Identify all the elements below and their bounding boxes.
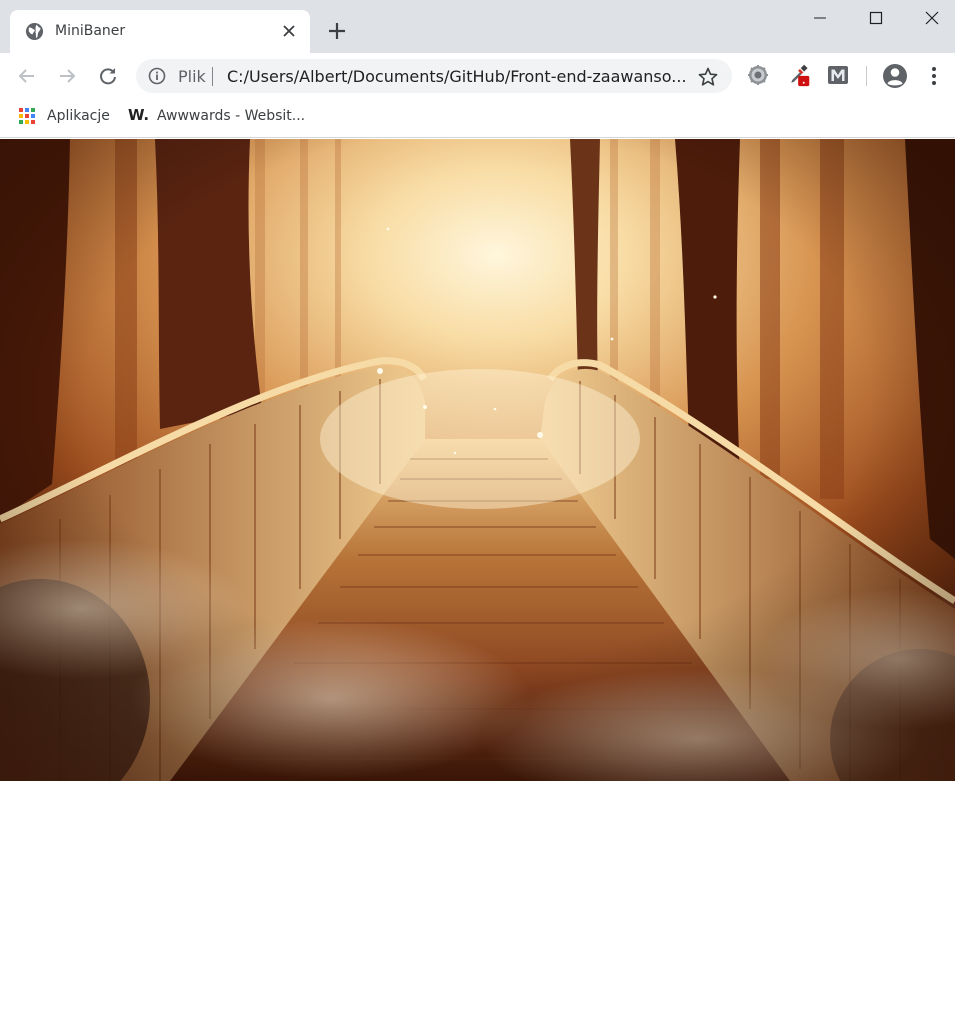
account-circle-icon[interactable] — [881, 62, 909, 90]
close-window-button[interactable] — [904, 0, 955, 36]
browser-toolbar: Plik C:/Users/Albert/Documents/GitHub/Fr… — [0, 53, 955, 99]
toolbar-separator — [866, 66, 867, 86]
scheme-label: Plik — [178, 67, 206, 86]
url-text[interactable]: C:/Users/Albert/Documents/GitHub/Front-e… — [227, 67, 687, 86]
arrow-forward-icon — [60, 69, 76, 83]
reload-icon — [100, 68, 116, 85]
info-icon[interactable] — [148, 67, 166, 85]
forest-bridge-illustration — [0, 139, 955, 781]
minimize-button[interactable] — [792, 0, 848, 36]
minimize-icon — [814, 17, 826, 19]
maximize-button[interactable] — [848, 0, 904, 36]
banner-image — [0, 139, 955, 781]
apps-grid-icon — [19, 108, 35, 124]
bookmarks-bar: Aplikacje W. Awwwards - Websit... — [0, 99, 955, 138]
eyedropper-extension-icon[interactable] — [787, 63, 811, 87]
reload-button[interactable] — [94, 62, 122, 90]
tab-strip: MiniBaner — [0, 0, 955, 53]
forward-button[interactable] — [53, 62, 81, 90]
bookmark-label: Aplikacje — [47, 108, 110, 124]
back-button[interactable] — [13, 62, 41, 90]
bookmark-awwwards[interactable]: W. Awwwards - Websit... — [124, 103, 310, 129]
plus-icon[interactable] — [325, 19, 349, 43]
close-icon — [925, 11, 939, 25]
m-extension-icon[interactable] — [826, 63, 850, 87]
kebab-menu-icon[interactable] — [924, 63, 944, 89]
bookmark-apps[interactable]: Aplikacje — [14, 103, 116, 129]
arrow-back-icon — [18, 69, 34, 83]
gear-extension-icon[interactable] — [746, 63, 770, 87]
awwwards-logo-icon: W. — [128, 106, 150, 124]
star-icon[interactable] — [697, 66, 719, 88]
globe-icon — [25, 22, 44, 41]
tab-minibaner[interactable]: MiniBaner — [10, 10, 310, 53]
bookmark-label: Awwwards - Websit... — [157, 108, 306, 124]
maximize-icon — [869, 11, 883, 25]
tab-title: MiniBaner — [55, 23, 126, 39]
close-icon[interactable] — [280, 22, 298, 40]
omnibox-separator — [212, 67, 213, 86]
address-bar[interactable]: Plik C:/Users/Albert/Documents/GitHub/Fr… — [136, 59, 732, 93]
